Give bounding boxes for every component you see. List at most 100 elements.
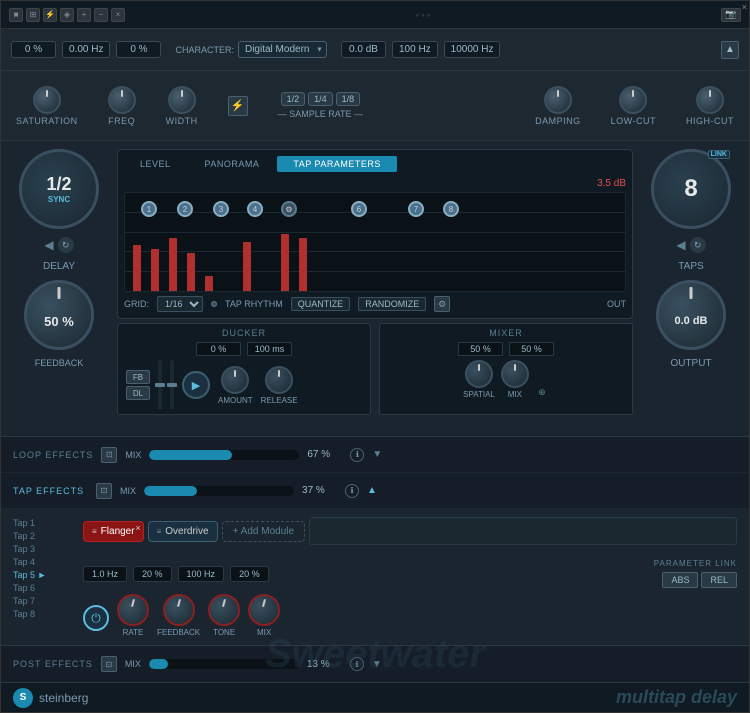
character-select[interactable]: Digital Modern Analog Warm Vintage (238, 41, 327, 58)
lightning-icon[interactable]: ⚡ (228, 96, 248, 116)
dl-button[interactable]: DL (126, 386, 150, 400)
tap-item-6[interactable]: Tap 6 (13, 582, 73, 594)
power-button[interactable]: ⏻ (83, 605, 109, 631)
tap-feedback-knob[interactable] (163, 594, 195, 626)
freq-display[interactable]: 0.00 Hz (62, 41, 110, 58)
character-select-wrapper[interactable]: Digital Modern Analog Warm Vintage (238, 41, 327, 58)
icon-4[interactable]: ◈ (60, 8, 74, 22)
ducker-release-display[interactable]: 100 ms (247, 342, 292, 356)
flanger-close[interactable]: × (135, 523, 140, 533)
randomize-button[interactable]: RANDOMIZE (358, 297, 426, 311)
tap-item-4[interactable]: Tap 4 (13, 556, 73, 568)
sr-btn-3[interactable]: 1/8 (336, 92, 361, 106)
icon-6[interactable]: − (94, 8, 108, 22)
tap-mix-knob[interactable] (248, 594, 280, 626)
tap-item-1[interactable]: Tap 1 (13, 517, 73, 529)
play-button[interactable]: ▶ (182, 371, 210, 399)
output-knob[interactable]: 0.0 dB (656, 280, 726, 350)
tap-bar-3[interactable] (169, 238, 177, 291)
expand-button[interactable]: ▲ (721, 41, 739, 59)
icon-7[interactable]: × (111, 8, 125, 22)
tap-item-5[interactable]: Tap 5 (13, 569, 73, 581)
param-feedback-display[interactable]: 20 % (133, 566, 172, 582)
delay-left-arrow[interactable]: ◀ (44, 238, 53, 252)
taps-left-arrow[interactable]: ◀ (676, 238, 685, 252)
delay-display[interactable]: 1/2 SYNC (19, 149, 99, 229)
ducker-amount-display[interactable]: 0 % (196, 342, 241, 356)
width-knob[interactable] (168, 86, 196, 114)
taps-refresh[interactable]: ↻ (690, 237, 706, 253)
spatial-knob[interactable] (465, 360, 493, 388)
tap-item-8[interactable]: Tap 8 (13, 608, 73, 620)
tap-item-3[interactable]: Tap 3 (13, 543, 73, 555)
settings-icon[interactable]: ⚙ (434, 296, 450, 312)
loop-bypass-button[interactable]: ⊡ (101, 447, 117, 463)
loop-mix-bar[interactable] (149, 450, 299, 460)
feedback-knob[interactable]: 50 % (24, 280, 94, 350)
quantize-button[interactable]: QUANTIZE (291, 297, 351, 311)
tap-bypass-button[interactable]: ⊡ (96, 483, 112, 499)
param-mix-display[interactable]: 20 % (230, 566, 269, 582)
rel-button[interactable]: REL (701, 572, 737, 588)
loop-chevron-icon[interactable]: ▼ (372, 449, 382, 460)
grid-select[interactable]: 1/16 1/8 1/4 (157, 296, 203, 312)
taps-display[interactable]: 8 LINK (651, 149, 731, 229)
param-tone-display[interactable]: 100 Hz (178, 566, 225, 582)
loop-info-icon[interactable]: ℹ (350, 448, 364, 462)
tab-panorama[interactable]: PANORAMA (189, 156, 276, 172)
hz10000-display[interactable]: 10000 Hz (444, 41, 501, 58)
amount-knob[interactable] (221, 366, 249, 394)
icon-1[interactable]: ■ (9, 8, 23, 22)
post-bypass-button[interactable]: ⊡ (101, 656, 117, 672)
spatial-link-icon[interactable]: ⊕ (535, 385, 549, 399)
overdrive-module[interactable]: ≡ Overdrive × (148, 521, 218, 542)
tap-bar-7[interactable] (281, 234, 289, 291)
tab-parameters[interactable]: TAP PARAMETERS (277, 156, 397, 172)
tap-bar-5[interactable] (205, 276, 213, 291)
ducker-slider-1[interactable] (158, 360, 162, 410)
tone-knob[interactable] (208, 594, 240, 626)
saturation-display[interactable]: 0 % (11, 41, 56, 58)
release-knob[interactable] (265, 366, 293, 394)
sr-btn-2[interactable]: 1/4 (308, 92, 333, 106)
tap-item-2[interactable]: Tap 2 (13, 530, 73, 542)
icon-5[interactable]: + (77, 8, 91, 22)
tap-bar-2[interactable] (151, 249, 159, 291)
icon-3[interactable]: ⚡ (43, 8, 57, 22)
mix-knob[interactable] (501, 360, 529, 388)
post-info-icon[interactable]: ℹ (350, 657, 364, 671)
overdrive-close[interactable]: × (742, 2, 747, 12)
flanger-module[interactable]: ≡ Flanger × (83, 521, 144, 542)
hz100-display[interactable]: 100 Hz (392, 41, 438, 58)
saturation-knob[interactable] (33, 86, 61, 114)
rate-knob[interactable] (117, 594, 149, 626)
width-display[interactable]: 0 % (116, 41, 161, 58)
tap-info-icon[interactable]: ℹ (345, 484, 359, 498)
mixer-spatial-display[interactable]: 50 % (458, 342, 503, 356)
icon-2[interactable]: ⊞ (26, 8, 40, 22)
add-module-button[interactable]: + Add Module (222, 521, 305, 542)
tap-item-7[interactable]: Tap 7 (13, 595, 73, 607)
damping-knob[interactable] (544, 86, 572, 114)
freq-knob[interactable] (108, 86, 136, 114)
param-rate-display[interactable]: 1.0 Hz (83, 566, 127, 582)
db-display[interactable]: 0.0 dB (341, 41, 386, 58)
tap-chevron-icon[interactable]: ▲ (367, 485, 377, 496)
camera-button[interactable]: 📷 (721, 8, 741, 22)
tap-bar-1[interactable] (133, 245, 141, 291)
post-chevron-icon[interactable]: ▼ (372, 659, 382, 670)
ducker-slider-2[interactable] (170, 360, 174, 410)
abs-button[interactable]: ABS (662, 572, 698, 588)
tap-bar-4[interactable] (187, 253, 195, 291)
tab-level[interactable]: LEVEL (124, 156, 187, 172)
tap-bar-6[interactable] (243, 242, 251, 291)
highcut-knob[interactable] (696, 86, 724, 114)
delay-refresh[interactable]: ↻ (58, 237, 74, 253)
tap-bar-8[interactable] (299, 238, 307, 291)
sr-btn-1[interactable]: 1/2 (281, 92, 306, 106)
tap-mix-bar[interactable] (144, 486, 294, 496)
lowcut-knob[interactable] (619, 86, 647, 114)
post-mix-bar[interactable] (149, 659, 299, 669)
mixer-mix-display[interactable]: 50 % (509, 342, 554, 356)
fb-button[interactable]: FB (126, 370, 150, 384)
